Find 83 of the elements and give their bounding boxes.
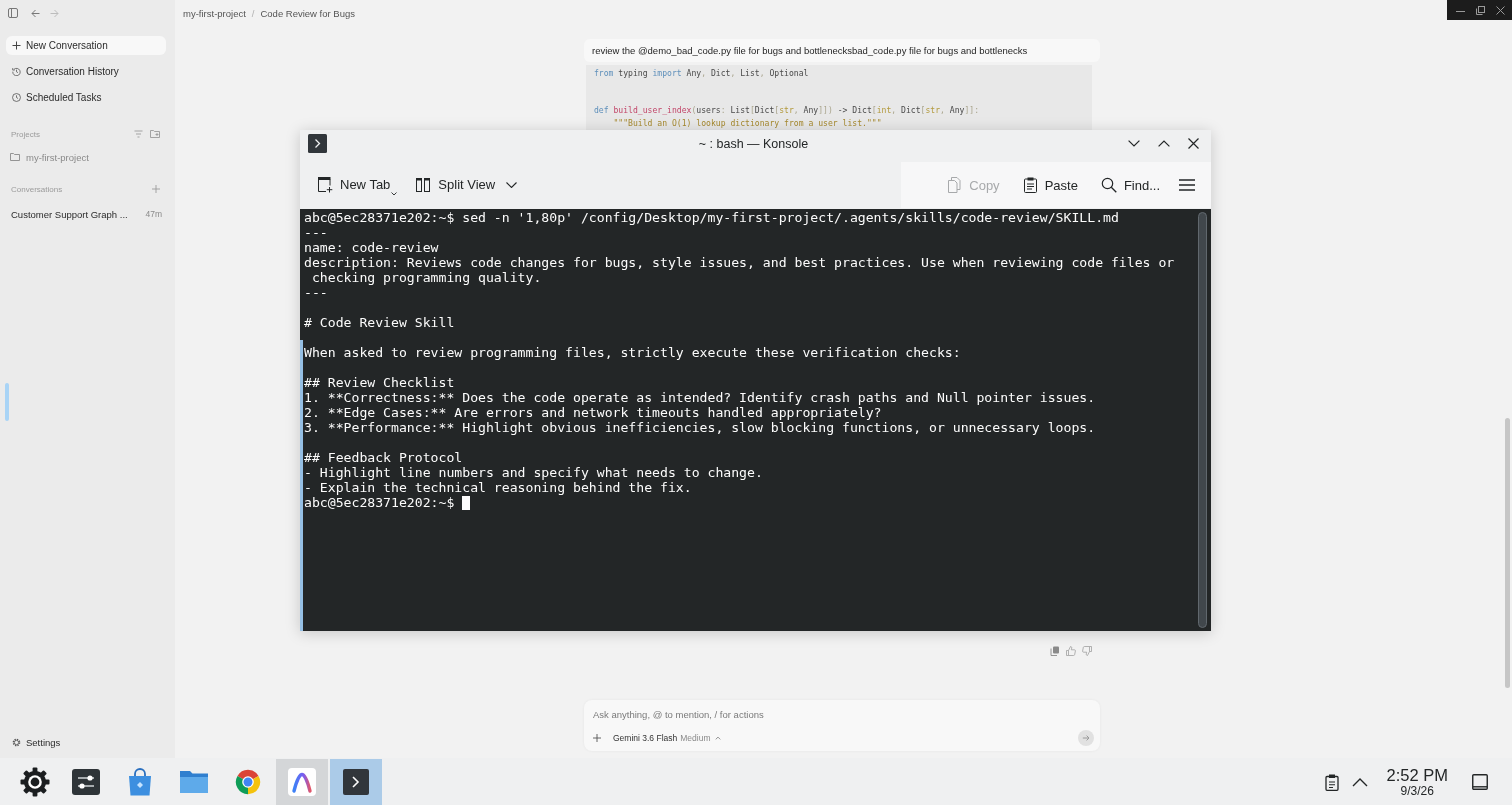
toolbar-button[interactable]: New Tab xyxy=(313,168,402,201)
conversation-item[interactable]: Customer Support Graph ... 47m xyxy=(6,206,166,222)
clock-icon xyxy=(12,93,21,102)
close-icon[interactable] xyxy=(1188,138,1199,149)
model-selector[interactable]: Gemini 3.6 Flash Medium xyxy=(613,733,722,743)
message-input[interactable]: Ask anything, @ to mention, / for actions xyxy=(593,708,1094,720)
chevron-up-icon[interactable] xyxy=(1351,777,1368,787)
code-line: def build_user_index(users: List[Dict[str, Any]]) -> Dict[int, Dict[str, Any]]: xyxy=(594,104,981,117)
command-line: abc@5ec28371e202:~$ sed -n '1,80p' /config/Desktop/my-first-project/.agents/skills/code-review/SKILL.md xyxy=(304,210,1120,225)
clipboard-icon[interactable] xyxy=(1324,773,1339,791)
menu-icon[interactable] xyxy=(1179,179,1195,191)
split-view-icon xyxy=(415,176,432,193)
caret-icon xyxy=(391,191,398,196)
chevron-down-icon xyxy=(506,181,518,188)
folder-icon xyxy=(180,770,208,794)
clock-time[interactable]: 2:52 PM xyxy=(1386,766,1448,784)
user-message: review the @demo_bad_code.py file for bugs and bottlenecksbad_code.py file for bugs and bottlenecks xyxy=(584,39,1100,62)
nav-item[interactable]: New Conversation xyxy=(6,36,166,55)
terminal-line: 1. **Correctness:** Does the code operate as intended? Identify crash paths and Null pointer issues. xyxy=(304,390,1097,405)
terminal-panel[interactable] xyxy=(300,209,1211,631)
color-wheel-icon xyxy=(234,768,262,796)
breadcrumb-link[interactable]: Code Review for Bugs xyxy=(260,7,355,19)
toolbar-button[interactable]: Paste xyxy=(1014,169,1082,201)
copy-icon[interactable] xyxy=(1050,646,1060,656)
plus-icon[interactable] xyxy=(593,734,601,742)
thumbs-up-icon[interactable] xyxy=(1066,646,1076,656)
back-arrow-icon[interactable] xyxy=(31,8,40,18)
folder-plus-icon[interactable] xyxy=(150,130,160,138)
terminal-line: --- xyxy=(304,225,329,240)
code-line: """Build an O(1) lookup dictionary from a user list.""" xyxy=(612,116,883,129)
sliders-icon xyxy=(72,769,100,795)
nav-item[interactable]: Scheduled Tasks xyxy=(6,88,166,107)
search-icon xyxy=(1100,177,1117,193)
gear-icon xyxy=(20,767,50,797)
window-title: ~ : bash — Konsole xyxy=(698,136,809,151)
terminal-line: 3. **Performance:** Highlight obvious inefficiencies, slow blocking functions, or unnecessary loops. xyxy=(304,420,1097,435)
clipboard-icon xyxy=(1022,177,1038,193)
settings-button[interactable]: Settings xyxy=(6,734,166,750)
settings-icon xyxy=(12,737,21,747)
shopping-bag-icon xyxy=(128,768,152,796)
nav-item[interactable]: Conversation History xyxy=(6,62,166,81)
code-line: from typing import Any, Dict, List, Optional xyxy=(594,67,810,80)
accent-bar-icon xyxy=(5,383,9,421)
chevron-down-icon[interactable] xyxy=(1128,140,1140,147)
terminal-line: name: code-review xyxy=(304,240,440,255)
restore-icon[interactable] xyxy=(1476,5,1485,15)
thumbs-down-icon[interactable] xyxy=(1082,646,1092,656)
terminal-icon xyxy=(343,769,369,795)
taskbar-button[interactable] xyxy=(330,759,382,805)
new-tab-icon xyxy=(317,176,333,193)
scrollbar-thumb[interactable] xyxy=(1505,418,1510,688)
caret-icon xyxy=(715,736,722,740)
time-label: 47m xyxy=(145,209,162,219)
show-desktop-icon[interactable] xyxy=(1472,774,1488,790)
section-label: Projects xyxy=(11,129,41,139)
terminal-line: ## Feedback Protocol xyxy=(304,450,464,465)
arch-icon xyxy=(288,768,316,796)
terminal-line: checking programming quality. xyxy=(310,270,543,285)
history-icon xyxy=(12,67,21,76)
terminal-icon[interactable] xyxy=(308,134,327,153)
prompt-text: abc@5ec28371e202:~$ xyxy=(304,495,455,510)
terminal-line: ## Review Checklist xyxy=(304,375,456,390)
toolbar-button[interactable]: Find... xyxy=(1092,169,1164,201)
breadcrumb-separator: / xyxy=(251,7,255,19)
clock-date[interactable]: 9/3/26 xyxy=(1400,785,1434,798)
terminal-line: # Code Review Skill xyxy=(304,315,456,330)
chevron-up-icon[interactable] xyxy=(1158,140,1170,147)
terminal-line: - Highlight line numbers and specify what needs to change. xyxy=(304,465,764,480)
folder-icon xyxy=(10,153,20,161)
terminal-line: - Explain the technical reasoning behind the fix. xyxy=(304,480,693,495)
scrollbar-thumb[interactable] xyxy=(1198,212,1207,628)
close-icon[interactable] xyxy=(1496,5,1505,15)
terminal-line: --- xyxy=(304,285,329,300)
cursor-icon xyxy=(462,495,471,510)
terminal-line: description: Reviews code changes for bugs, style issues, and best practices. Use when reviewing code files or xyxy=(304,255,1176,270)
terminal-line: When asked to review programming files, strictly execute these verification checks: xyxy=(304,345,962,360)
plus-icon xyxy=(12,41,21,50)
terminal-line: 2. **Edge Cases:** Are errors and network timeouts handled appropriately? xyxy=(304,405,883,420)
toolbar-button[interactable]: Split View xyxy=(411,168,522,201)
sidebar-toggle-icon[interactable] xyxy=(8,8,18,18)
breadcrumb-link[interactable]: my-first-project xyxy=(183,7,246,19)
section-label: Conversations xyxy=(11,184,64,194)
copy-icon xyxy=(946,177,963,193)
